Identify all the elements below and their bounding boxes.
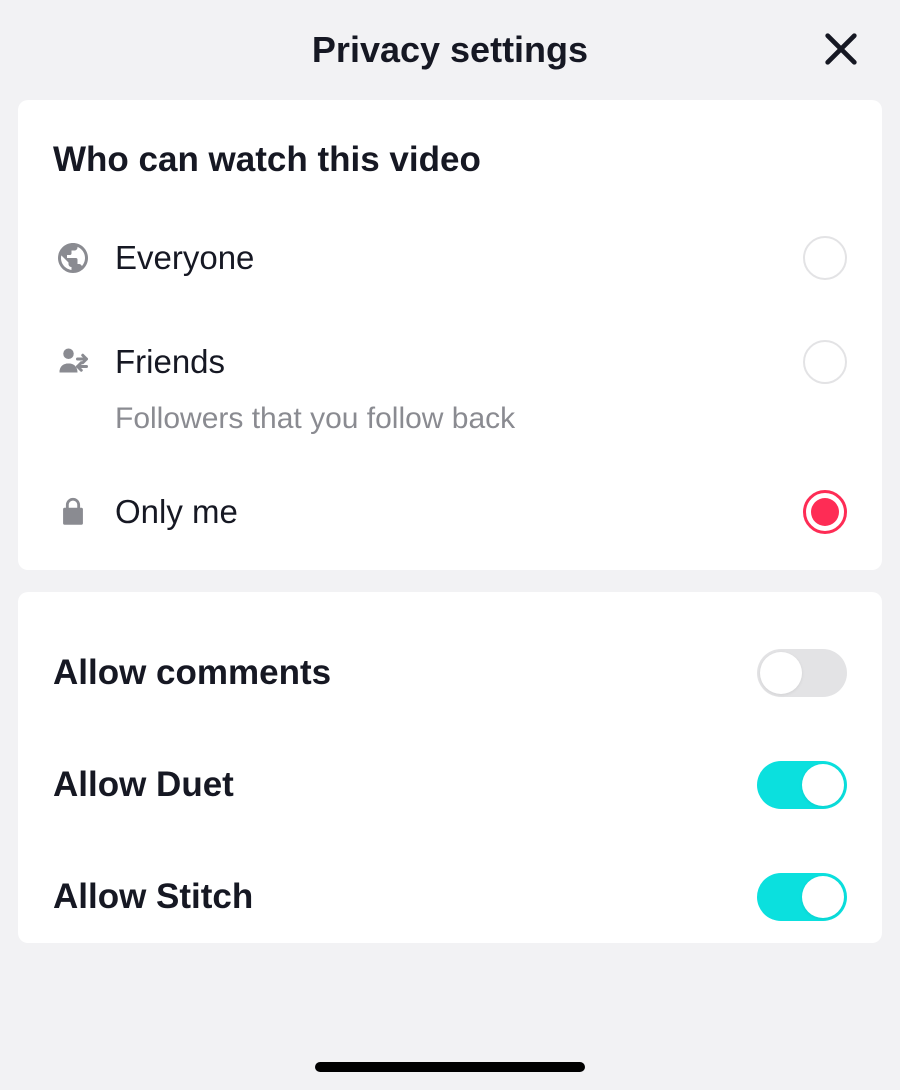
friends-icon — [53, 342, 93, 382]
toggle-switch — [757, 761, 847, 809]
toggle-allow-comments[interactable]: Allow comments — [53, 627, 847, 719]
radio-indicator — [803, 490, 847, 534]
close-icon — [821, 29, 861, 72]
home-indicator — [315, 1062, 585, 1072]
globe-icon — [53, 238, 93, 278]
audience-option-label: Friends — [115, 343, 803, 381]
toggle-switch — [757, 649, 847, 697]
toggle-label: Allow comments — [53, 653, 331, 693]
audience-card: Who can watch this video Everyone — [18, 100, 882, 570]
toggle-allow-stitch[interactable]: Allow Stitch — [53, 851, 847, 943]
toggle-allow-duet[interactable]: Allow Duet — [53, 739, 847, 831]
toggle-label: Allow Duet — [53, 765, 234, 805]
page-title: Privacy settings — [312, 29, 588, 71]
modal-header: Privacy settings — [0, 0, 900, 100]
lock-icon — [53, 492, 93, 532]
permissions-card: Allow comments Allow Duet Allow Stitch — [18, 592, 882, 943]
audience-option-friends[interactable]: Friends — [53, 334, 847, 390]
audience-option-sublabel: Followers that you follow back — [115, 402, 847, 436]
toggle-label: Allow Stitch — [53, 877, 253, 917]
audience-option-everyone[interactable]: Everyone — [53, 230, 847, 286]
radio-indicator — [803, 340, 847, 384]
radio-indicator — [803, 236, 847, 280]
audience-option-label: Everyone — [115, 239, 803, 277]
toggle-switch — [757, 873, 847, 921]
audience-option-label: Only me — [115, 493, 803, 531]
close-button[interactable] — [817, 26, 865, 74]
audience-section-title: Who can watch this video — [53, 140, 847, 180]
audience-option-only-me[interactable]: Only me — [53, 484, 847, 540]
